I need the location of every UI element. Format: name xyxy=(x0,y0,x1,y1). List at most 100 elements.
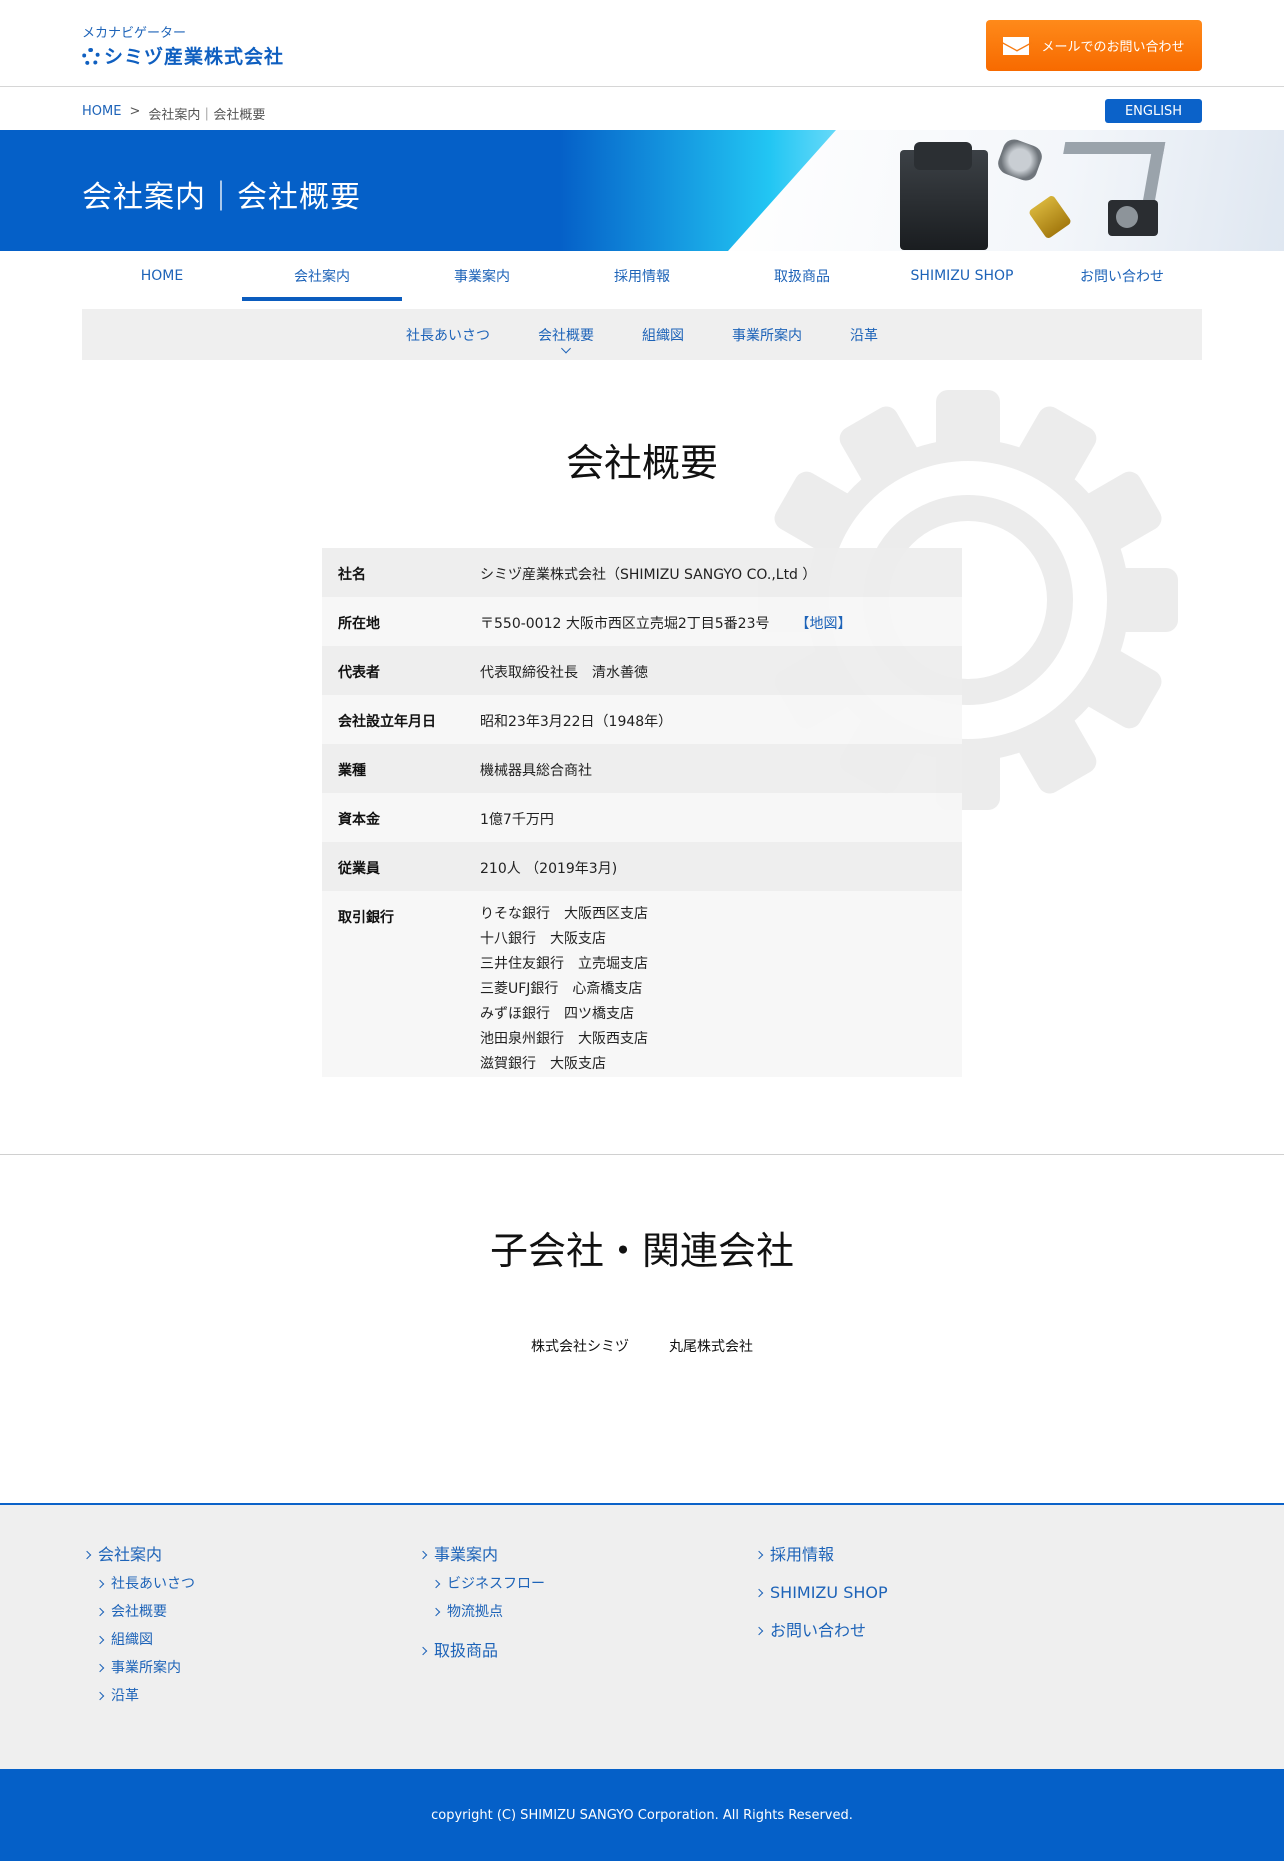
email-contact-label: メールでのお問い合わせ xyxy=(1041,40,1185,55)
footer-link-label: 組織図 xyxy=(111,1632,153,1648)
footer-link-label: お問い合わせ xyxy=(770,1621,867,1640)
table-row: 社名 シミヅ産業株式会社（SHIMIZU SANGYO CO.,Ltd ） xyxy=(322,548,962,597)
logo-wordmark: シミヅ産業株式会社 xyxy=(82,46,284,68)
nav-home[interactable]: HOME xyxy=(82,251,242,301)
table-row: 資本金 1億7千万円 xyxy=(322,793,962,842)
nav-shop[interactable]: SHIMIZU SHOP xyxy=(882,251,1042,301)
copyright-text: copyright (C) SHIMIZU SANGYO Corporation… xyxy=(431,1807,853,1823)
bank-item: 三菱UFJ銀行 心斎橋支店 xyxy=(480,981,643,997)
bank-item: 滋賀銀行 大阪支店 xyxy=(480,1056,606,1072)
map-link[interactable]: 【地図】 xyxy=(795,616,851,632)
subnav-offices[interactable]: 事業所案内 xyxy=(732,325,802,345)
bank-list: りそな銀行 大阪西区支店 十八銀行 大阪支店 三井住友銀行 立売堀支店 三菱UF… xyxy=(480,891,962,1077)
footer-link-label: 物流拠点 xyxy=(447,1604,503,1620)
row-value: 機械器具総合商社 xyxy=(480,763,592,779)
nav-company[interactable]: 会社案内 xyxy=(242,251,402,301)
footer-link-company[interactable]: 会社案内 xyxy=(82,1545,195,1565)
chevron-right-icon xyxy=(95,1691,105,1701)
main-nav: HOME 会社案内 事業案内 採用情報 取扱商品 SHIMIZU SHOP お問… xyxy=(82,251,1202,301)
section-divider xyxy=(0,1154,1284,1155)
footer-link-logistics[interactable]: 物流拠点 xyxy=(431,1603,545,1621)
subnav-org-chart[interactable]: 組織図 xyxy=(642,325,684,345)
row-label: 資本金 xyxy=(338,812,380,828)
footer-sitemap: 会社案内 社長あいさつ 会社概要 組織図 事業所案内 沿革 事業案内 ビジネスフ… xyxy=(0,1503,1284,1769)
chevron-right-icon xyxy=(754,1588,764,1598)
servo-motor-image xyxy=(1108,200,1158,236)
footer-link-shop[interactable]: SHIMIZU SHOP xyxy=(754,1583,888,1603)
gear-logo-icon xyxy=(82,48,100,66)
bank-item: りそな銀行 大阪西区支店 xyxy=(480,906,648,922)
subnav-history[interactable]: 沿革 xyxy=(850,325,878,345)
english-button[interactable]: ENGLISH xyxy=(1105,99,1202,123)
chevron-right-icon xyxy=(418,1646,428,1656)
chevron-right-icon xyxy=(95,1607,105,1617)
footer-link-label: SHIMIZU SHOP xyxy=(770,1583,888,1602)
breadcrumb-current: 会社案内｜会社概要 xyxy=(148,108,266,123)
bank-item: みずほ銀行 四ツ橋支店 xyxy=(480,1006,634,1022)
subnav-overview[interactable]: 会社概要 xyxy=(538,325,594,353)
hydraulic-unit-image xyxy=(900,142,988,250)
footer-link-label: 沿革 xyxy=(111,1688,139,1704)
footer-column-company: 会社案内 社長あいさつ 会社概要 組織図 事業所案内 沿革 xyxy=(82,1545,195,1705)
chevron-down-icon xyxy=(561,343,571,353)
table-row: 業種 機械器具総合商社 xyxy=(322,744,962,793)
row-label: 代表者 xyxy=(338,665,380,681)
table-row: 会社設立年月日 昭和23年3月22日（1948年） xyxy=(322,695,962,744)
footer-link-contact[interactable]: お問い合わせ xyxy=(754,1621,888,1641)
footer-link-products[interactable]: 取扱商品 xyxy=(418,1641,545,1661)
footer-column-business: 事業案内 ビジネスフロー 物流拠点 取扱商品 xyxy=(418,1545,545,1661)
subnav-overview-label: 会社概要 xyxy=(538,327,594,344)
footer-link-label: 取扱商品 xyxy=(434,1641,499,1660)
footer-link-overview[interactable]: 会社概要 xyxy=(95,1603,195,1621)
subsidiary-item: 株式会社シミヅ xyxy=(531,1339,629,1355)
breadcrumb-home-link[interactable]: HOME xyxy=(82,104,121,123)
footer-link-label: 事業案内 xyxy=(434,1545,499,1564)
table-row: 従業員 210人 （2019年3月) xyxy=(322,842,962,891)
breadcrumb-separator: > xyxy=(129,104,141,119)
subsidiaries-heading: 子会社・関連会社 xyxy=(489,1229,794,1273)
footer-link-greeting[interactable]: 社長あいさつ xyxy=(95,1575,195,1593)
table-row: 取引銀行 りそな銀行 大阪西区支店 十八銀行 大阪支店 三井住友銀行 立売堀支店… xyxy=(322,891,962,1077)
footer-link-business-flow[interactable]: ビジネスフロー xyxy=(431,1575,545,1593)
row-value: 代表取締役社長 清水善徳 xyxy=(480,665,648,681)
row-value: 〒550-0012 大阪市西区立売堀2丁目5番23号 【地図】 xyxy=(480,597,962,646)
nav-products[interactable]: 取扱商品 xyxy=(722,251,882,301)
page-title: 会社案内｜会社概要 xyxy=(82,180,361,215)
footer-link-recruit[interactable]: 採用情報 xyxy=(754,1545,888,1565)
footer-link-history[interactable]: 沿革 xyxy=(95,1687,195,1705)
sub-nav: 社長あいさつ 会社概要 組織図 事業所案内 沿革 xyxy=(82,309,1202,360)
footer-link-label: 会社概要 xyxy=(111,1604,167,1620)
footer-link-org-chart[interactable]: 組織図 xyxy=(95,1631,195,1649)
row-label: 取引銀行 xyxy=(338,910,394,926)
footer-link-label: 採用情報 xyxy=(770,1545,835,1564)
row-value: 昭和23年3月22日（1948年） xyxy=(480,714,673,730)
table-row: 代表者 代表取締役社長 清水善徳 xyxy=(322,646,962,695)
site-logo[interactable]: メカナビゲーター シミヅ産業株式会社 xyxy=(82,26,284,68)
footer-link-business[interactable]: 事業案内 xyxy=(418,1545,545,1565)
logo-company-name: シミヅ産業株式会社 xyxy=(104,46,285,68)
footer-link-label: 事業所案内 xyxy=(111,1660,181,1676)
footer-link-offices[interactable]: 事業所案内 xyxy=(95,1659,195,1677)
nav-recruit[interactable]: 採用情報 xyxy=(562,251,722,301)
subnav-greeting[interactable]: 社長あいさつ xyxy=(406,325,490,345)
breadcrumb: HOME > 会社案内｜会社概要 xyxy=(82,104,265,123)
chevron-right-icon xyxy=(95,1579,105,1589)
nav-contact[interactable]: お問い合わせ xyxy=(1042,251,1202,301)
subsidiary-item: 丸尾株式会社 xyxy=(669,1339,753,1355)
chevron-right-icon xyxy=(754,1626,764,1636)
nav-business[interactable]: 事業案内 xyxy=(402,251,562,301)
footer-link-label: 社長あいさつ xyxy=(111,1576,195,1592)
bank-item: 十八銀行 大阪支店 xyxy=(480,931,606,947)
row-label: 従業員 xyxy=(338,861,380,877)
address-text: 〒550-0012 大阪市西区立売堀2丁目5番23号 xyxy=(480,616,770,632)
bank-item: 三井住友銀行 立売堀支店 xyxy=(480,956,648,972)
chevron-right-icon xyxy=(431,1607,441,1617)
row-label: 社名 xyxy=(338,567,366,583)
row-label: 所在地 xyxy=(338,616,380,632)
footer-link-label: 会社案内 xyxy=(98,1545,163,1564)
copyright-bar: copyright (C) SHIMIZU SANGYO Corporation… xyxy=(0,1769,1284,1861)
subsidiaries-list: 株式会社シミヅ 丸尾株式会社 xyxy=(0,1336,1284,1356)
email-contact-button[interactable]: メールでのお問い合わせ xyxy=(986,20,1202,71)
company-overview-table: 社名 シミヅ産業株式会社（SHIMIZU SANGYO CO.,Ltd ） 所在… xyxy=(322,548,962,1077)
chevron-right-icon xyxy=(82,1550,92,1560)
